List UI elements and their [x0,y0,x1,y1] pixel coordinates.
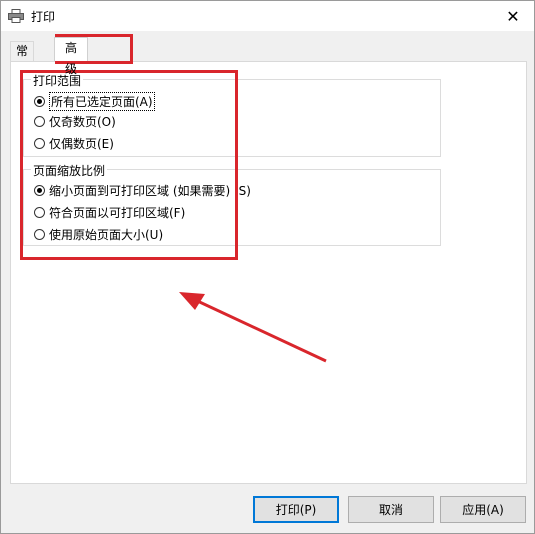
title-bar: 打印 ✕ [1,1,534,31]
close-icon: ✕ [506,6,520,26]
tab-general[interactable]: 常规 [10,41,35,77]
printer-icon [8,9,24,23]
apply-button[interactable]: 应用(A) [440,496,526,523]
close-button[interactable]: ✕ [492,1,534,31]
pointer-arrow-icon [179,292,327,363]
cancel-button[interactable]: 取消 [348,496,434,523]
print-button[interactable]: 打印(P) [253,496,339,523]
print-dialog: 打印 ✕ 常规 高级 打印范围 所有已选定页面(A) 仅奇数页(O) 仅偶数页(… [0,0,535,534]
options-highlight-box [20,70,238,260]
tab-advanced[interactable]: 高级 [54,37,89,76]
window-title: 打印 [31,10,56,24]
